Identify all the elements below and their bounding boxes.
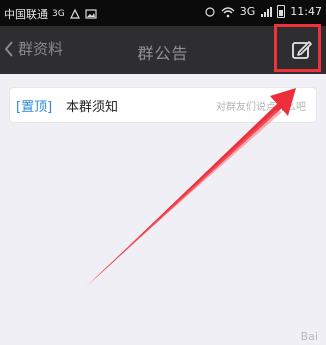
carrier-label: 中国联通 — [4, 8, 48, 21]
notification-icon — [69, 8, 80, 19]
notice-title: 本群须知 — [66, 100, 119, 115]
edit-button[interactable] — [278, 26, 326, 74]
clock: 11:47 — [290, 5, 322, 18]
watermark: Bai — [300, 330, 318, 343]
nav-bar: 群资料 群公告 — [0, 26, 326, 74]
notice-preview: 对群友们说点什么吧 — [216, 102, 306, 113]
edit-compose-icon — [292, 41, 312, 59]
wifi-icon — [221, 6, 235, 17]
rotate-lock-icon — [205, 6, 215, 17]
pinned-tag: [置顶] — [16, 100, 53, 115]
signal-icon — [261, 6, 273, 17]
status-right: 3G 11:47 — [204, 5, 322, 18]
status-bar: 中国联通 3G 3G 11:47 — [0, 0, 326, 26]
network-type-left: 3G — [52, 9, 65, 19]
network-type-right: 3G — [239, 5, 256, 18]
notice-list-item[interactable]: [置顶] 本群须知 对群友们说点什么吧 — [10, 88, 316, 122]
status-left: 中国联通 3G — [4, 6, 97, 22]
image-icon — [85, 9, 97, 19]
battery-icon — [277, 5, 286, 18]
